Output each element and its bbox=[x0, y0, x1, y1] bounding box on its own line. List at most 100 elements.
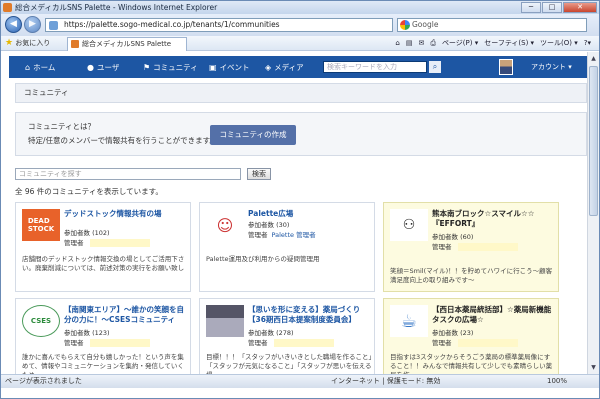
community-thumbnail: DEAD STOCK bbox=[22, 209, 60, 241]
manager-label: 管理者 Palette 管理者 bbox=[248, 229, 316, 239]
manager-label: 管理者 bbox=[248, 337, 334, 347]
nav-home-label: ホーム bbox=[33, 63, 56, 72]
site-icon bbox=[49, 21, 58, 30]
community-name[interactable]: デッドストック情報共有の場 bbox=[64, 209, 188, 219]
community-search-input[interactable]: コミュニティを探す bbox=[15, 168, 241, 180]
member-count: 参加者数 (102) bbox=[64, 229, 110, 237]
scroll-down-icon[interactable]: ▼ bbox=[588, 362, 599, 373]
avatar[interactable] bbox=[499, 59, 513, 75]
url-field[interactable]: https://palette.sogo-medical.co.jp/tenan… bbox=[45, 18, 393, 32]
member-count: 参加者数 (278) bbox=[248, 329, 294, 337]
community-thumbnail: ⚇ bbox=[390, 209, 428, 241]
nav-users-label: ユーザ bbox=[96, 63, 120, 72]
manager-label: 管理者 bbox=[432, 337, 518, 347]
manager-name-placeholder bbox=[273, 339, 334, 347]
manager-label-text: 管理者 bbox=[432, 243, 452, 251]
manager-name-placeholder bbox=[457, 339, 518, 347]
nav-media-label: メディア bbox=[274, 63, 304, 72]
community-description: 誰かに喜んでもらえて自分も嬉しかった！という声を集めて、情報やコミュニケーション… bbox=[22, 353, 184, 374]
window-title: 総合メディカルSNS Palette - Windows Internet Ex… bbox=[15, 3, 218, 12]
site-search-input[interactable]: 検索キーワードを入力 bbox=[323, 61, 427, 73]
community-card[interactable]: DEAD STOCK デッドストック情報共有の場 参加者数 (102) 管理者 店… bbox=[15, 202, 191, 292]
community-name[interactable]: 【西日本薬局統括部】☆薬局新機能タスクの広場☆ bbox=[432, 305, 556, 325]
info-question: コミュニティとは？ bbox=[28, 122, 96, 131]
create-community-button[interactable]: コミュニティの作成 bbox=[210, 125, 296, 145]
nav-home[interactable]: ⌂ ホーム bbox=[25, 62, 55, 73]
scroll-up-icon[interactable]: ▲ bbox=[588, 53, 599, 64]
site-navigation: ⌂ ホーム ● ユーザ ⚑ コミュニティ ▣ イベント ◈ メディア 検索キーワードを入力… bbox=[9, 56, 587, 78]
favorites-button[interactable]: ★ お気に入り bbox=[5, 38, 50, 49]
print-icon[interactable]: ⎙ bbox=[430, 38, 436, 49]
safety-menu[interactable]: セーフティ(S) ▾ bbox=[484, 38, 534, 49]
zone-text: インターネット | 保護モード: 無効 bbox=[331, 377, 441, 385]
community-search-button[interactable]: 検索 bbox=[247, 168, 271, 180]
tools-menu[interactable]: ツール(O) ▾ bbox=[540, 38, 578, 49]
close-button[interactable]: ✕ bbox=[563, 2, 597, 13]
community-card[interactable]: ☺ Palette広場 参加者数 (30) 管理者 Palette 管理者 Pal… bbox=[199, 202, 375, 292]
nav-community[interactable]: ⚑ コミュニティ bbox=[143, 62, 198, 73]
manager-label: 管理者 bbox=[432, 241, 518, 251]
vertical-scrollbar[interactable]: ▲ ▼ bbox=[587, 52, 599, 374]
community-info-panel: コミュニティとは？ 特定/任意のメンバーで情報共有を行うことができます。 コミュ… bbox=[15, 112, 587, 156]
maximize-button[interactable]: □ bbox=[542, 2, 562, 13]
member-count: 参加者数 (60) bbox=[432, 233, 474, 241]
community-description: 目標！！！「スタッフがいきいきとした職場を作ること」「スタッフが元気になること」… bbox=[206, 353, 372, 374]
mail-icon[interactable]: ✉ bbox=[418, 38, 424, 49]
community-card[interactable]: CSES 【南関東エリア】〜誰かの笑顔を自分の力に！〜CSESコミュニティ 参加… bbox=[15, 298, 191, 374]
community-name[interactable]: 【南関東エリア】〜誰かの笑顔を自分の力に！〜CSESコミュニティ bbox=[64, 305, 188, 325]
community-description: 笑顔＝Smil(マイル)！！を貯めてハワイに行こう〜顧客満足度向上の取り組みです… bbox=[390, 267, 553, 284]
community-name[interactable]: 熊本南ブロック☆スマイル☆☆『EFFORT』 bbox=[432, 209, 556, 229]
community-description: Palette運用及び利用からの疑問管理用 bbox=[206, 255, 320, 263]
community-card[interactable]: ⚇ 熊本南ブロック☆スマイル☆☆『EFFORT』 参加者数 (60) 管理者 笑… bbox=[383, 202, 559, 292]
help-menu[interactable]: ?▾ bbox=[584, 38, 591, 49]
account-menu[interactable]: アカウント ▾ bbox=[531, 62, 572, 72]
search-engine-box[interactable]: Google bbox=[397, 18, 587, 32]
home-icon[interactable]: ⌂ bbox=[395, 38, 399, 49]
window-controls: ─ □ ✕ bbox=[521, 2, 597, 13]
minimize-button[interactable]: ─ bbox=[521, 2, 541, 13]
media-icon: ◈ bbox=[265, 63, 272, 72]
forward-icon[interactable]: ▶ bbox=[24, 16, 41, 33]
manager-name[interactable]: Palette 管理者 bbox=[272, 231, 316, 239]
manager-label: 管理者 bbox=[64, 237, 150, 247]
community-thumbnail: ☕ bbox=[390, 305, 428, 337]
page-content: ⌂ ホーム ● ユーザ ⚑ コミュニティ ▣ イベント ◈ メディア 検索キーワードを入力… bbox=[1, 52, 599, 374]
community-icon: ⚑ bbox=[143, 63, 151, 72]
nav-community-label: コミュニティ bbox=[153, 63, 198, 72]
member-count: 参加者数 (123) bbox=[64, 329, 110, 337]
manager-label-text: 管理者 bbox=[432, 339, 452, 347]
member-count: 参加者数 (23) bbox=[432, 329, 474, 337]
page-menu[interactable]: ページ(P) ▾ bbox=[442, 38, 478, 49]
scroll-thumb[interactable] bbox=[589, 66, 598, 216]
search-engine-name: Google bbox=[412, 20, 439, 29]
nav-users[interactable]: ● ユーザ bbox=[87, 62, 119, 73]
member-count: 参加者数 (30) bbox=[248, 221, 290, 229]
back-icon[interactable]: ◀ bbox=[5, 16, 22, 33]
nav-events[interactable]: ▣ イベント bbox=[209, 62, 250, 73]
favorites-label: お気に入り bbox=[15, 39, 51, 47]
manager-label-text: 管理者 bbox=[248, 231, 268, 239]
address-bar: ◀ ▶ https://palette.sogo-medical.co.jp/t… bbox=[1, 14, 599, 36]
community-thumbnail: ☺ bbox=[206, 209, 244, 241]
ie-tab-icon bbox=[3, 3, 12, 12]
events-icon: ▣ bbox=[209, 63, 217, 72]
community-name[interactable]: Palette広場 bbox=[248, 209, 372, 219]
url-text: https://palette.sogo-medical.co.jp/tenan… bbox=[64, 20, 280, 29]
star-icon: ★ bbox=[5, 38, 14, 48]
community-thumbnail bbox=[206, 305, 244, 337]
community-card[interactable]: ☕ 【西日本薬局統括部】☆薬局新機能タスクの広場☆ 参加者数 (23) 管理者 … bbox=[383, 298, 559, 374]
zoom-level[interactable]: 100% bbox=[547, 375, 567, 388]
user-icon: ● bbox=[87, 63, 94, 72]
title-bar: 総合メディカルSNS Palette - Windows Internet Ex… bbox=[1, 1, 599, 14]
nav-media[interactable]: ◈ メディア bbox=[265, 62, 304, 73]
community-card[interactable]: 【思いを形に変える】薬局づくり【36期西日本提案制度委員会】 参加者数 (278… bbox=[199, 298, 375, 374]
manager-label-text: 管理者 bbox=[248, 339, 268, 347]
command-menus: ⌂ ▤ ✉ ⎙ ページ(P) ▾ セーフティ(S) ▾ ツール(O) ▾ ?▾ bbox=[395, 38, 591, 49]
feeds-icon[interactable]: ▤ bbox=[406, 38, 413, 49]
community-description: 目指すは3スタックからそうごう薬局の標準薬局像にすること！！みんなで情報共有して… bbox=[390, 353, 553, 374]
site-search-icon[interactable]: ⌕ bbox=[429, 61, 441, 73]
tab-favicon bbox=[71, 40, 79, 48]
browser-tab[interactable]: 総合メディカルSNS Palette bbox=[67, 37, 187, 51]
google-icon bbox=[400, 20, 410, 30]
community-name[interactable]: 【思いを形に変える】薬局づくり【36期西日本提案制度委員会】 bbox=[248, 305, 372, 325]
